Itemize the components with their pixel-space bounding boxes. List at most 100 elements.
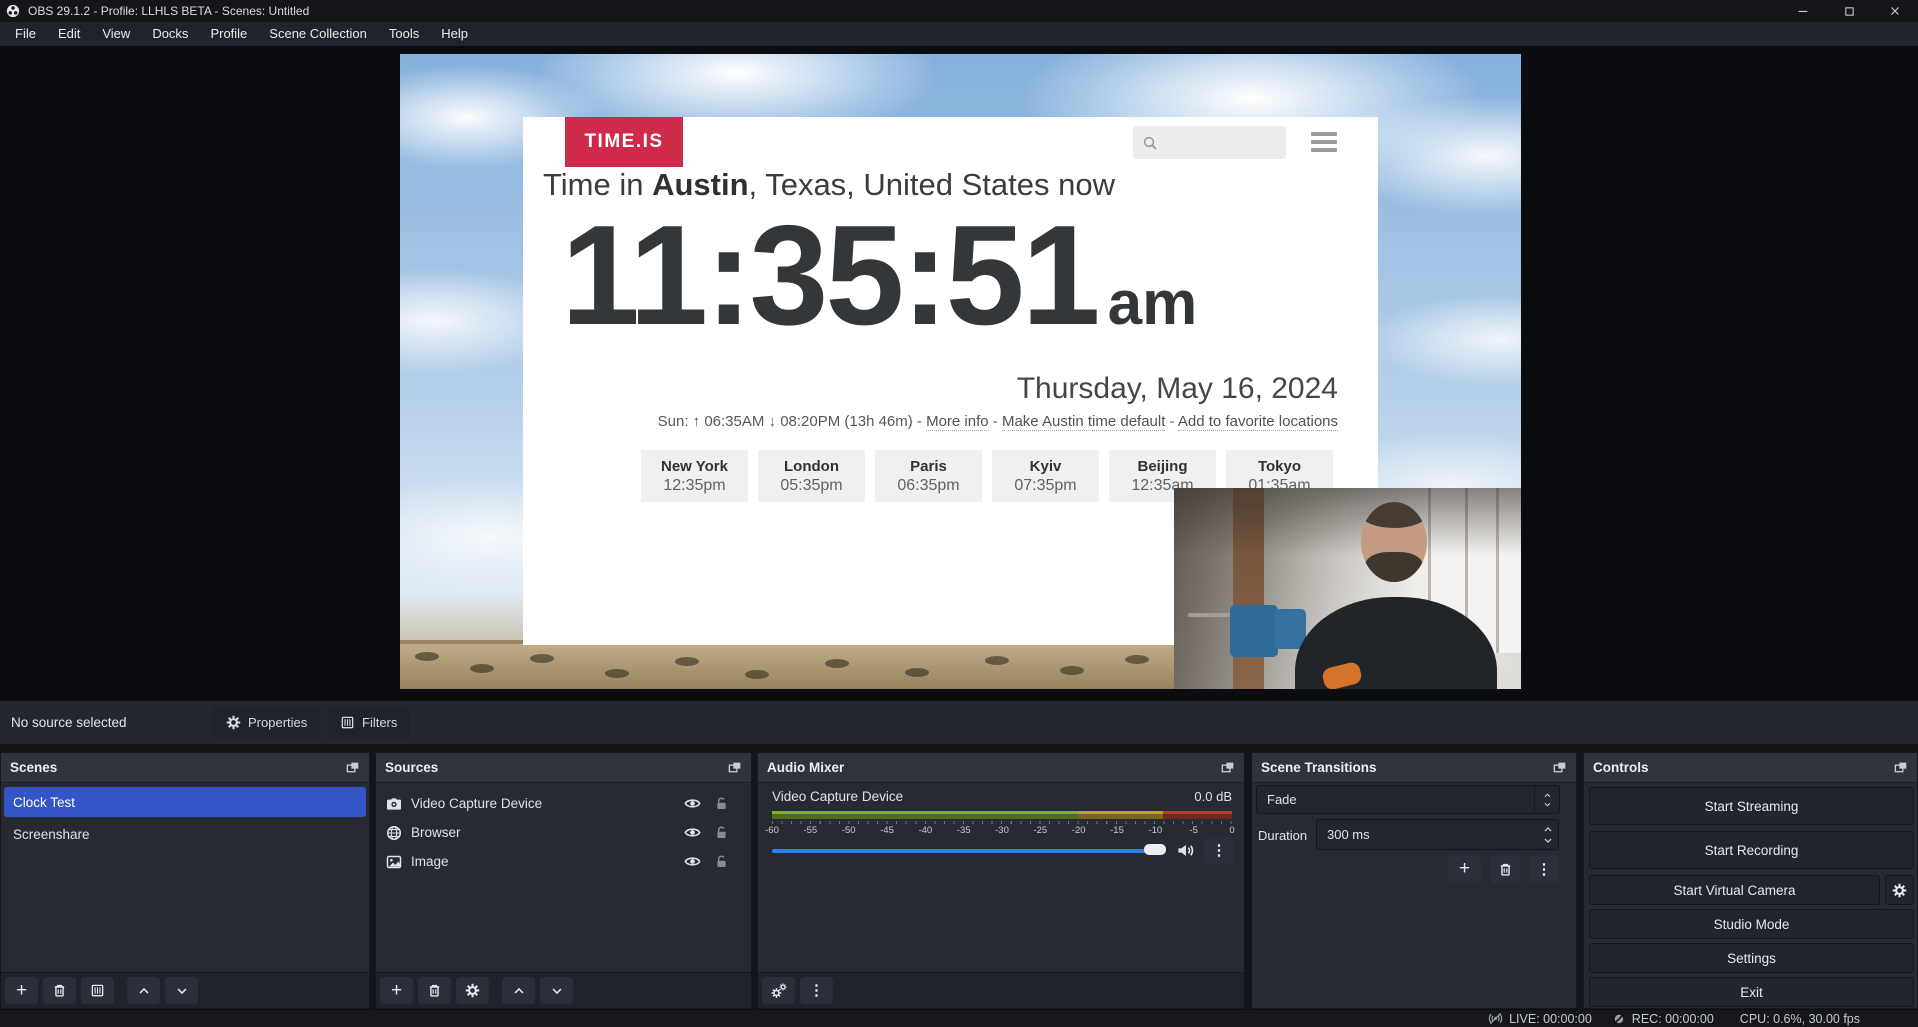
mixer-menu-button[interactable]: ⋮ <box>800 977 833 1004</box>
filter-icon <box>340 715 355 730</box>
source-row-image[interactable]: Image <box>376 847 751 876</box>
person-hair <box>1361 502 1427 528</box>
menu-tools[interactable]: Tools <box>378 22 430 46</box>
menu-scene-collection[interactable]: Scene Collection <box>258 22 378 46</box>
dock-popout-icon[interactable] <box>1893 760 1908 775</box>
timeis-logo: TIME.IS <box>565 117 683 167</box>
duration-label: Duration <box>1258 821 1307 850</box>
dock-popout-icon[interactable] <box>1552 760 1567 775</box>
trash-icon <box>52 983 67 998</box>
lock-open-icon[interactable] <box>714 825 729 840</box>
properties-button[interactable]: Properties <box>213 707 320 738</box>
desert-scrub <box>675 657 699 666</box>
volume-slider-handle[interactable] <box>1144 844 1166 855</box>
exit-button[interactable]: Exit <box>1589 977 1914 1007</box>
add-scene-button[interactable]: + <box>5 977 38 1004</box>
gear-icon <box>1892 883 1907 898</box>
chevron-up-icon <box>512 984 526 998</box>
webcam-overlay <box>1174 488 1521 689</box>
sources-toolbar: + <box>376 972 751 1008</box>
transition-select[interactable]: Fade <box>1256 785 1560 814</box>
double-gear-icon <box>771 983 787 999</box>
mixer-toolbar: ⋮ <box>758 972 1244 1008</box>
close-button[interactable] <box>1872 0 1918 22</box>
menu-view[interactable]: View <box>91 22 141 46</box>
chevron-up-icon <box>1543 791 1552 800</box>
remove-transition-button[interactable] <box>1490 855 1520 883</box>
start-recording-button[interactable]: Start Recording <box>1589 831 1914 869</box>
dock-popout-icon[interactable] <box>1220 760 1235 775</box>
add-transition-button[interactable]: + <box>1448 855 1481 883</box>
chevron-down-icon[interactable] <box>1542 835 1554 846</box>
speaker-icon[interactable] <box>1176 841 1195 860</box>
desert-scrub <box>605 669 629 678</box>
add-source-button[interactable]: + <box>380 977 413 1004</box>
maximize-button[interactable] <box>1826 0 1872 22</box>
eye-visible-icon[interactable] <box>684 853 701 870</box>
office-ceiling <box>1174 488 1521 556</box>
scene-move-down-button[interactable] <box>165 977 198 1004</box>
remove-scene-button[interactable] <box>43 977 76 1004</box>
source-properties-button[interactable] <box>456 977 489 1004</box>
search-input <box>1133 126 1286 159</box>
desert-scrub <box>530 654 554 663</box>
clock-display: 11:35:51 am <box>561 205 1197 347</box>
controls-title: Controls <box>1593 760 1649 775</box>
mixer-channel-menu-button[interactable]: ⋮ <box>1204 837 1234 864</box>
virtual-camera-config-button[interactable] <box>1885 875 1914 905</box>
menu-profile[interactable]: Profile <box>199 22 258 46</box>
dock-popout-icon[interactable] <box>345 760 360 775</box>
meter-scale: -60 -55 -50 -45 -40 -35 -30 -25 -20 -15 … <box>772 825 1232 837</box>
transition-menu-button[interactable]: ⋮ <box>1529 855 1559 883</box>
filters-button[interactable]: Filters <box>327 707 410 738</box>
clock-meridiem: am <box>1108 268 1198 339</box>
start-virtual-camera-button[interactable]: Start Virtual Camera <box>1589 875 1880 905</box>
person-head <box>1361 502 1427 582</box>
duration-spinbox[interactable]: 300 ms <box>1316 819 1559 850</box>
scene-filters-button[interactable] <box>81 977 114 1004</box>
lock-open-icon[interactable] <box>714 854 729 869</box>
mixer-channel-name: Video Capture Device <box>772 789 903 804</box>
start-streaming-button[interactable]: Start Streaming <box>1589 787 1914 825</box>
scene-item-clock-test[interactable]: Clock Test <box>4 787 366 817</box>
eye-visible-icon[interactable] <box>684 824 701 841</box>
obs-logo-icon <box>6 4 20 18</box>
camera-icon <box>386 796 402 812</box>
chevron-up-icon[interactable] <box>1542 824 1554 835</box>
scenes-title: Scenes <box>10 760 57 775</box>
menu-docks[interactable]: Docks <box>141 22 199 46</box>
chevron-down-icon <box>550 984 564 998</box>
city-box: New York12:35pm <box>641 450 748 502</box>
desert-scrub <box>745 670 769 679</box>
preview-canvas[interactable]: TIME.IS Time in Austin, Texas, United St… <box>400 54 1521 689</box>
desert-scrub <box>470 664 494 673</box>
minimize-button[interactable] <box>1780 0 1826 22</box>
chevron-down-icon <box>1543 800 1552 809</box>
live-status: LIVE: 00:00:00 <box>1488 1011 1592 1026</box>
dock-popout-icon[interactable] <box>727 760 742 775</box>
lock-open-icon[interactable] <box>714 796 729 811</box>
source-row-browser[interactable]: Browser <box>376 818 751 847</box>
volume-slider[interactable] <box>772 849 1164 853</box>
source-move-up-button[interactable] <box>502 977 535 1004</box>
audio-mixer-title: Audio Mixer <box>767 760 844 775</box>
menu-file[interactable]: File <box>4 22 47 46</box>
remove-source-button[interactable] <box>418 977 451 1004</box>
source-row-video-capture[interactable]: Video Capture Device <box>376 789 751 818</box>
eye-visible-icon[interactable] <box>684 795 701 812</box>
scene-transitions-panel: Scene Transitions Fade Duration 300 ms <box>1251 752 1577 1009</box>
source-move-down-button[interactable] <box>540 977 573 1004</box>
menu-help[interactable]: Help <box>430 22 479 46</box>
cpu-fps-stats: CPU: 0.6%, 30.00 fps <box>1740 1012 1860 1026</box>
record-off-icon <box>1612 1012 1626 1026</box>
scene-move-up-button[interactable] <box>127 977 160 1004</box>
globe-icon <box>386 825 402 841</box>
chevron-down-icon <box>175 984 189 998</box>
menu-edit[interactable]: Edit <box>47 22 91 46</box>
scene-item-screenshare[interactable]: Screenshare <box>4 819 366 849</box>
mixer-level-db: 0.0 dB <box>1194 789 1232 804</box>
desert-scrub <box>985 656 1009 665</box>
studio-mode-button[interactable]: Studio Mode <box>1589 909 1914 939</box>
settings-button[interactable]: Settings <box>1589 943 1914 973</box>
advanced-audio-button[interactable] <box>762 977 795 1004</box>
